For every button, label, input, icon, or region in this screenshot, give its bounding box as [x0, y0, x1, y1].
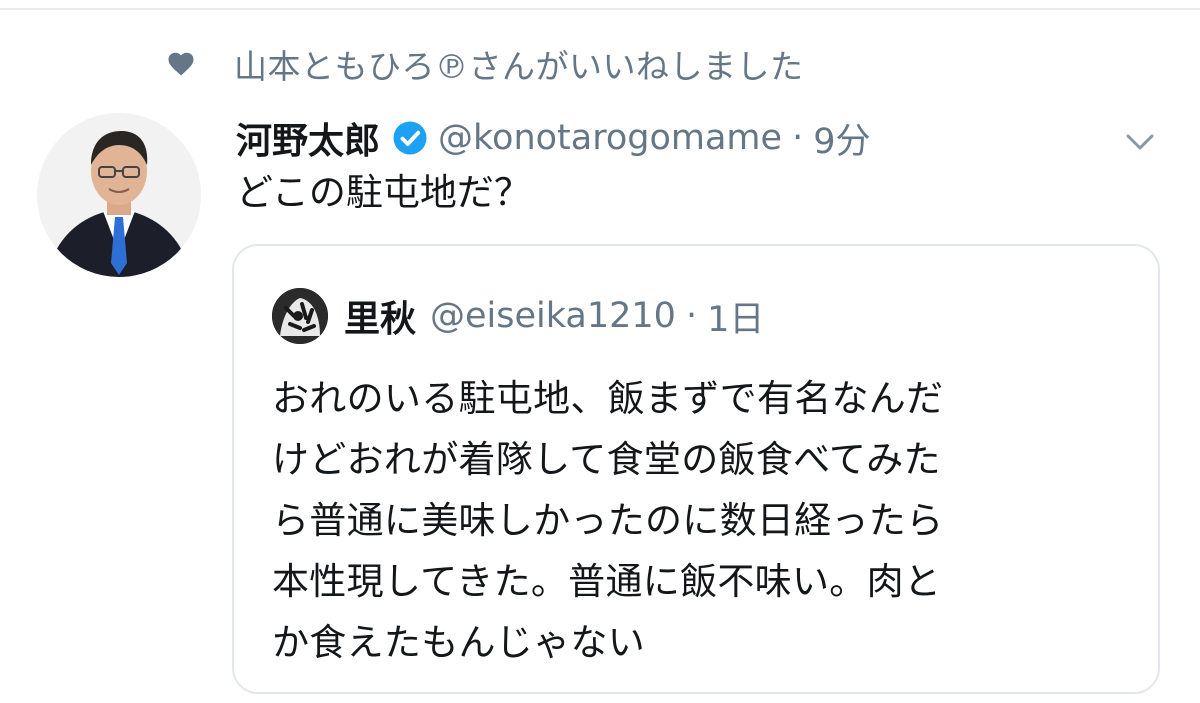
tweet-text: どこの駐屯地だ？ — [236, 171, 531, 214]
quoted-text-line: か食えたもんじゃない — [272, 621, 645, 664]
quoted-text-line: ら普通に美味しかったのに数日経ったら — [272, 499, 944, 542]
quoted-tweet-card[interactable]: 里秋 @eiseika1210 · 1日 おれのいる駐屯地、飯まずで有名なんだ … — [232, 244, 1160, 694]
quoted-timestamp[interactable]: 1日 — [707, 291, 764, 342]
social-context[interactable]: 山本ともひろ℗さんがいいねしました — [166, 40, 804, 88]
handle[interactable]: @konotarogomame — [438, 118, 782, 158]
quoted-text-line: おれのいる駐屯地、飯まずで有名なんだ — [272, 377, 944, 420]
quoted-separator-dot: · — [685, 296, 698, 336]
quoted-avatar[interactable] — [272, 288, 328, 344]
quoted-tweet-text: おれのいる駐屯地、飯まずで有名なんだ けどおれが着隊して食堂の飯食べてみた ら普… — [272, 368, 1132, 673]
chevron-down-icon[interactable] — [1120, 122, 1160, 162]
timestamp[interactable]: 9分 — [813, 113, 870, 164]
quoted-text-line: けどおれが着隊して食堂の飯食べてみた — [272, 438, 941, 481]
tweet-header: 河野太郎 @konotarogomame · 9分 — [236, 112, 870, 164]
quoted-tweet-header: 里秋 @eiseika1210 · 1日 — [272, 288, 764, 344]
avatar[interactable] — [37, 113, 201, 277]
separator-dot: · — [792, 118, 804, 158]
heart-icon — [166, 49, 196, 79]
top-divider — [0, 8, 1200, 10]
quoted-display-name[interactable]: 里秋 — [344, 290, 416, 342]
quoted-text-line: 本性現してきた。普通に飯不味い。肉と — [272, 560, 942, 603]
quoted-handle[interactable]: @eiseika1210 — [430, 296, 676, 336]
display-name[interactable]: 河野太郎 — [236, 112, 380, 164]
verified-badge-icon — [392, 120, 428, 156]
social-context-text: 山本ともひろ℗さんがいいねしました — [234, 47, 804, 86]
